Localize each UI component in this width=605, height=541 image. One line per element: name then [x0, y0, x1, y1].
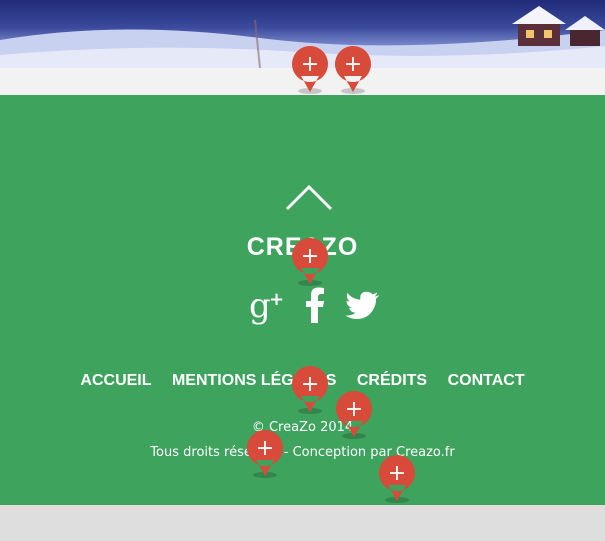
pin-label: + [301, 52, 319, 77]
annotation-pin[interactable]: + [334, 389, 374, 441]
cabin [512, 6, 605, 46]
bottom-bar [0, 505, 605, 541]
google-plus-icon: g + [249, 286, 284, 325]
svg-text:g: g [249, 286, 271, 325]
rights-text: Tous droits réservés - Conception par Cr… [150, 445, 455, 460]
plus-pin-icon: + [291, 366, 328, 412]
nav-link-contact[interactable]: CONTACT [448, 372, 525, 389]
chevron-up-icon [285, 184, 333, 211]
twitter-link[interactable] [345, 285, 381, 325]
twitter-icon [345, 291, 379, 319]
facebook-icon [306, 287, 324, 323]
svg-text:+: + [269, 289, 284, 310]
nav-link-accueil[interactable]: ACCUEIL [80, 372, 151, 389]
facebook-link[interactable] [303, 285, 327, 325]
pin-label: + [301, 372, 319, 397]
pin-label: + [301, 244, 319, 269]
plus-pin-icon: + [291, 46, 328, 92]
annotation-pin[interactable]: + [290, 364, 330, 416]
plus-pin-icon: + [335, 391, 372, 437]
annotation-pin[interactable]: + [290, 44, 330, 96]
nav-link-credits[interactable]: CRÉDITS [357, 372, 427, 389]
plus-pin-icon: + [334, 46, 371, 92]
pin-label: + [388, 461, 406, 486]
google-plus-link[interactable]: g + [247, 285, 287, 325]
annotation-pin[interactable]: + [333, 44, 373, 96]
annotation-pin[interactable]: + [377, 453, 417, 505]
pin-label: + [256, 436, 274, 461]
annotation-pin[interactable]: + [245, 428, 285, 480]
plus-pin-icon: + [246, 430, 283, 476]
copyright-text: © CreaZo 2014 [251, 420, 354, 435]
pin-label: + [345, 397, 363, 422]
annotation-pin[interactable]: + [290, 236, 330, 288]
social-links: g + [247, 285, 382, 325]
plus-pin-icon: + [378, 455, 415, 501]
back-to-top-button[interactable] [285, 183, 333, 211]
pin-label: + [344, 52, 362, 77]
plus-pin-icon: + [291, 238, 328, 284]
